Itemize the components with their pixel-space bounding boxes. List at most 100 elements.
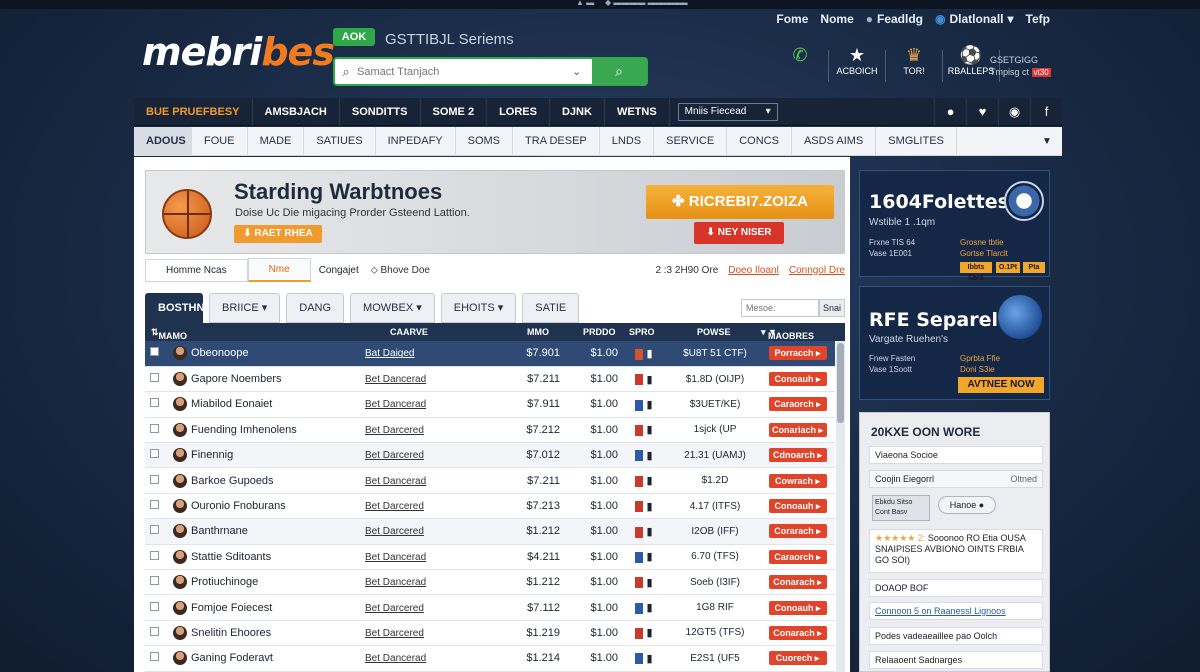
tab[interactable]: DANG bbox=[286, 293, 345, 323]
nav2-item[interactable]: ASDS AIMS bbox=[792, 126, 877, 156]
table-row[interactable]: Ganing Foderavt Bet Dancerad $1.214 $1.00 ▮ E… bbox=[145, 645, 835, 672]
nav2-item[interactable]: MADE bbox=[248, 126, 305, 156]
banner-orange-button[interactable]: ✤ RICREBI7.ZOIZA bbox=[646, 185, 834, 219]
row-link[interactable]: Bet Dancerad bbox=[365, 653, 426, 664]
table-row[interactable]: Obeonoope Bat Daiged $7.901 $1.00 ▮ $U8T 51 C… bbox=[145, 341, 835, 367]
row-checkbox[interactable] bbox=[150, 652, 159, 662]
table-row[interactable]: Fomjoe Foiecest Bet Darcered $7.112 $1.00 ▮ 1… bbox=[145, 594, 835, 621]
filter-input[interactable] bbox=[741, 299, 819, 317]
col-4-header[interactable]: PRDDO bbox=[583, 327, 616, 337]
card1-chip-2[interactable]: O.1Pt bbox=[996, 262, 1020, 273]
crumb-tab-home[interactable]: Homme Ncas bbox=[145, 258, 248, 282]
row-link[interactable]: Bet Dancerad bbox=[365, 577, 426, 588]
row-action-button[interactable]: Cowrach ▸ bbox=[768, 473, 827, 488]
row-checkbox[interactable] bbox=[150, 474, 159, 484]
nav1-item[interactable]: AMSBJACH bbox=[253, 97, 340, 126]
search-submit-button[interactable]: ⌕ bbox=[592, 58, 646, 85]
card1-chip-3[interactable]: Pta bbox=[1023, 262, 1045, 273]
row-link[interactable]: Bet Dancerad bbox=[365, 374, 426, 385]
tab[interactable]: SATIE bbox=[522, 293, 580, 323]
col-7-header[interactable]: ▾ MAOBRES ▼ bbox=[761, 327, 814, 341]
row-link[interactable]: Bet Dancerad bbox=[365, 476, 426, 487]
row-link[interactable]: Bet Dancerad bbox=[365, 399, 426, 410]
row-checkbox[interactable] bbox=[150, 398, 159, 408]
row-link[interactable]: Bet Darcered bbox=[365, 450, 424, 461]
row-link[interactable]: Bat Daiged bbox=[365, 348, 414, 359]
row-checkbox[interactable] bbox=[150, 626, 159, 636]
search-input[interactable] bbox=[357, 65, 572, 78]
row-action-button[interactable]: Conoauh ▸ bbox=[768, 600, 827, 615]
acboich-button[interactable]: ★ ACBOICH bbox=[829, 44, 885, 82]
col-5-header[interactable]: SPRO bbox=[629, 327, 655, 337]
crumb-tab-active[interactable]: Nme bbox=[247, 258, 311, 282]
row-action-button[interactable]: Conoauh ▸ bbox=[768, 499, 827, 514]
ok-badge-button[interactable]: AOK bbox=[333, 28, 375, 46]
table-row[interactable]: Protiuchinoge Bet Dancerad $1.212 $1.00 ▮ Soe… bbox=[145, 569, 835, 596]
panel-row[interactable]: Relaaoent Sadnarges bbox=[869, 651, 1043, 669]
card1-chip-1[interactable]: Ibbts Sbra bbox=[960, 262, 992, 282]
banner-red-button[interactable]: ⬇ NEY NISER bbox=[694, 222, 784, 244]
nav2-item[interactable]: SATIUES bbox=[304, 126, 376, 156]
chevron-down-icon[interactable]: ⌄ bbox=[572, 65, 592, 78]
table-row[interactable]: Banthrnane Bet Darcered $1.212 $1.00 ▮ I2OB (… bbox=[145, 518, 835, 545]
banner-left-button[interactable]: ⬇ RAET RHEA bbox=[234, 225, 322, 243]
nav2-item[interactable]: LNDS bbox=[600, 126, 655, 156]
row-checkbox[interactable] bbox=[150, 499, 159, 509]
nav2-item[interactable]: INPEDAFY bbox=[376, 126, 456, 156]
row-action-button[interactable]: Cdnoarch ▸ bbox=[768, 448, 827, 463]
table-row[interactable]: Fuending Imhenolens Bet Darcered $7.212 $1.… bbox=[145, 417, 835, 444]
facebook-icon[interactable]: f bbox=[1030, 97, 1062, 126]
row-checkbox[interactable] bbox=[150, 525, 159, 535]
promo-card-2[interactable]: RFE Separel Vargate Ruehen's Fnew Fasten… bbox=[859, 286, 1050, 400]
panel-link[interactable]: Connoon 5 on Raanessl Lignoos bbox=[869, 602, 1043, 620]
nav2-item[interactable]: SMGLITES bbox=[876, 126, 957, 156]
row-action-button[interactable]: Corarach ▸ bbox=[768, 524, 827, 539]
table-row[interactable]: Miabilod Eonaiet Bet Dancerad $7.911 $1.00 ▮… bbox=[145, 391, 835, 418]
promo-card-1[interactable]: 1604Folettes Wstible 1 .1qm Frxne TIS 64… bbox=[859, 170, 1050, 282]
row-link[interactable]: Bet Darcered bbox=[365, 501, 424, 512]
row-checkbox[interactable] bbox=[150, 550, 159, 560]
row-action-button[interactable]: Conariach ▸ bbox=[768, 422, 827, 437]
panel-row[interactable]: DOAOP BOF bbox=[869, 579, 1043, 597]
nav1-item[interactable]: SONDITTS bbox=[340, 97, 421, 126]
col-name-header[interactable]: ⇅ MAMO bbox=[151, 327, 187, 341]
util-link-1[interactable]: Fome bbox=[776, 12, 808, 26]
nav2-more-icon[interactable]: ▼ bbox=[1032, 136, 1062, 147]
row-link[interactable]: Bet Darcered bbox=[365, 628, 424, 639]
row-action-button[interactable]: Conarach ▸ bbox=[768, 575, 827, 590]
nav2-item[interactable]: ADOUS bbox=[134, 126, 192, 156]
row-checkbox[interactable] bbox=[150, 347, 159, 357]
row-link[interactable]: Bet Darcered bbox=[365, 526, 424, 537]
row-action-button[interactable]: Conarach ▸ bbox=[768, 625, 827, 640]
nav1-item[interactable]: LORES bbox=[487, 97, 550, 126]
row-link[interactable]: Bet Darcered bbox=[365, 425, 424, 436]
heart-icon[interactable]: ♥ bbox=[966, 97, 998, 126]
table-row[interactable]: Gapore Noembers Bet Dancerad $7.211 $1.00 ▮ $… bbox=[145, 366, 835, 393]
util-link-2[interactable]: Nome bbox=[820, 12, 853, 26]
table-row[interactable]: Snelitin Ehoores Bet Darcered $1.219 $1.00 ▮… bbox=[145, 620, 835, 647]
row-checkbox[interactable] bbox=[150, 449, 159, 459]
col-2-header[interactable]: CAARVE bbox=[390, 327, 428, 337]
table-row[interactable]: Finennig Bet Darcered $7.012 $1.00 ▮ 21.31 (U… bbox=[145, 442, 835, 469]
table-scrollbar[interactable] bbox=[836, 341, 845, 672]
col-6-header[interactable]: POWSE bbox=[697, 327, 731, 337]
row-action-button[interactable]: Caraorch ▸ bbox=[768, 549, 827, 564]
util-link-4[interactable]: ◉ Dlatlonall ▾ bbox=[935, 12, 1014, 26]
filter-button[interactable]: Snai bbox=[819, 299, 845, 317]
phone-button[interactable]: ✆ bbox=[772, 44, 828, 82]
nav2-item[interactable]: FOUE bbox=[192, 126, 248, 156]
tab[interactable]: EHOITS ▾ bbox=[440, 293, 517, 323]
row-checkbox[interactable] bbox=[150, 576, 159, 586]
nav2-item[interactable]: CONCS bbox=[727, 126, 792, 156]
row-action-button[interactable]: Conoauh ▸ bbox=[768, 372, 827, 387]
nav1-select[interactable]: Mniis Fiecead ▾ bbox=[677, 102, 778, 121]
row-action-button[interactable]: Cuorech ▸ bbox=[768, 651, 827, 666]
panel-row[interactable]: Viaeona Socioe bbox=[869, 446, 1043, 464]
row-action-button[interactable]: Porracch ▸ bbox=[768, 346, 827, 361]
panel-mini-card[interactable]: Ebkdu Sitso Cont Basv bbox=[872, 495, 930, 521]
site-logo[interactable]: mebribes bbox=[142, 30, 335, 74]
user-icon[interactable]: ◉ bbox=[998, 97, 1030, 126]
row-link[interactable]: Bet Dancerad bbox=[365, 552, 426, 563]
nav1-item[interactable]: DJNK bbox=[550, 97, 605, 126]
util-link-5[interactable]: Tefp bbox=[1026, 12, 1050, 26]
